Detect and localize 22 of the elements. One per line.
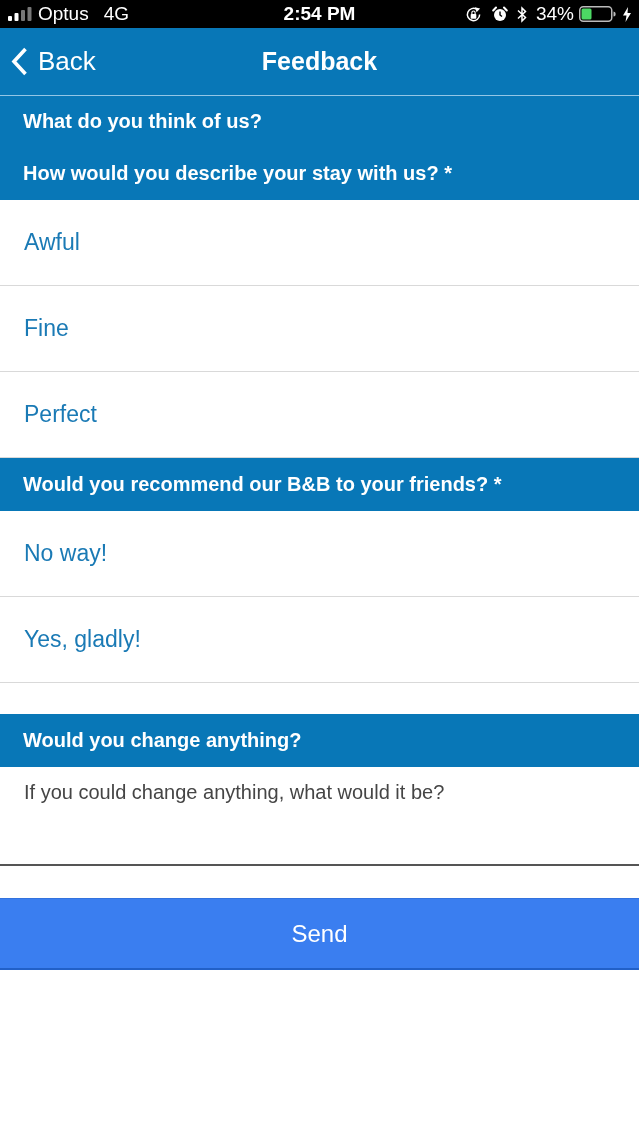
alarm-clock-icon bbox=[491, 6, 508, 22]
send-button[interactable]: Send bbox=[0, 898, 639, 970]
battery-icon bbox=[579, 6, 616, 22]
question-header: How would you describe your stay with us? * bbox=[0, 147, 639, 200]
bluetooth-icon bbox=[516, 5, 527, 23]
question-header: Would you change anything? bbox=[0, 714, 639, 767]
chevron-left-icon bbox=[11, 47, 28, 76]
answer-option[interactable]: No way! bbox=[0, 511, 639, 597]
back-button[interactable]: Back bbox=[0, 42, 102, 81]
network-type: 4G bbox=[103, 3, 130, 25]
screen-title: Feedback bbox=[261, 47, 378, 76]
answer-option[interactable]: Awful bbox=[0, 200, 639, 286]
carrier-name: Optus bbox=[38, 3, 89, 25]
rotation-lock-icon bbox=[464, 5, 482, 23]
question-header: Would you recommend our B&B to your friends? * bbox=[0, 458, 639, 511]
signal-icon bbox=[8, 7, 32, 21]
status-time: 2:54 PM bbox=[283, 3, 356, 25]
charging-bolt-icon bbox=[623, 6, 631, 22]
answer-option[interactable]: Yes, gladly! bbox=[0, 597, 639, 683]
battery-percent: 34% bbox=[535, 3, 574, 25]
answer-option[interactable]: Fine bbox=[0, 286, 639, 372]
section-title: What do you think of us? bbox=[0, 96, 639, 147]
